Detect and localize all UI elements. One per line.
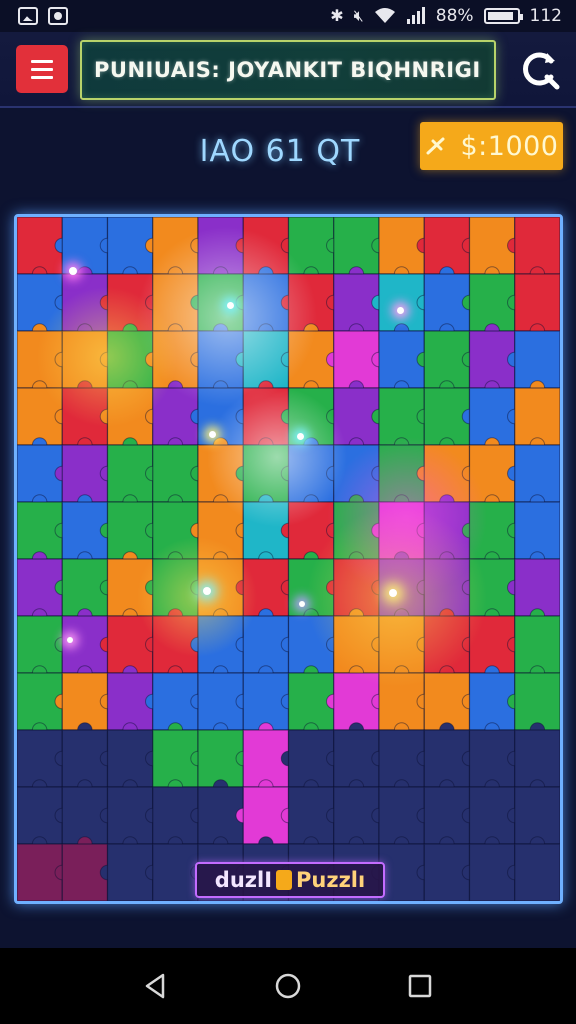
battery-level bbox=[487, 12, 513, 20]
home-button[interactable] bbox=[268, 966, 308, 1006]
puzzle-piece[interactable] bbox=[514, 843, 560, 901]
puzzle-piece[interactable] bbox=[514, 217, 560, 275]
puzzle-board[interactable]: duzlI Puzzlı bbox=[14, 214, 563, 904]
puzzle-piece[interactable] bbox=[514, 501, 560, 560]
refresh-button[interactable] bbox=[514, 44, 564, 94]
sparkle bbox=[389, 589, 397, 597]
battery-percent: 88% bbox=[435, 6, 474, 26]
image-icon bbox=[18, 7, 38, 25]
app-header: PUNIUAIS: JOYANKIT BIQHNRIGI bbox=[0, 32, 576, 108]
sparkle bbox=[67, 637, 73, 643]
recents-icon bbox=[408, 974, 432, 998]
puzzle-grid[interactable] bbox=[17, 217, 560, 901]
brand-logo-icon bbox=[276, 870, 293, 890]
record-icon bbox=[48, 7, 68, 25]
sparkle bbox=[299, 601, 305, 607]
puzzle-piece[interactable] bbox=[514, 615, 560, 674]
clock: 112 bbox=[529, 6, 562, 26]
status-bar: ✱ 🔇︎ 88% 112 bbox=[0, 0, 576, 32]
puzzle-piece[interactable] bbox=[514, 729, 560, 788]
sparkle bbox=[69, 267, 77, 275]
puzzle-piece[interactable] bbox=[514, 558, 560, 617]
brand-text-a: duzlI bbox=[214, 868, 273, 892]
coin-icon bbox=[426, 137, 444, 155]
wifi-icon bbox=[374, 8, 395, 23]
battery-icon bbox=[483, 8, 523, 24]
back-icon bbox=[145, 973, 165, 999]
page-title: PUNIUAIS: JOYANKIT BIQHNRIGI bbox=[94, 58, 481, 82]
refresh-icon bbox=[523, 52, 560, 90]
puzzle-piece[interactable] bbox=[514, 273, 560, 332]
back-button[interactable] bbox=[136, 966, 176, 1006]
level-label: IAO 61 QT bbox=[199, 134, 361, 169]
sparkle bbox=[209, 431, 216, 438]
coin-balance[interactable]: $:1000 bbox=[420, 122, 563, 170]
puzzle-piece[interactable] bbox=[514, 444, 560, 503]
sparkle bbox=[203, 587, 211, 595]
puzzle-piece[interactable] bbox=[514, 387, 560, 446]
sparkle bbox=[397, 307, 404, 314]
puzzle-piece[interactable] bbox=[514, 330, 560, 389]
sparkle bbox=[227, 302, 234, 309]
puzzle-piece[interactable] bbox=[514, 786, 560, 845]
system-nav-bar bbox=[0, 948, 576, 1024]
menu-button[interactable] bbox=[16, 45, 68, 93]
brand-badge: duzlI Puzzlı bbox=[195, 862, 385, 898]
puzzle-piece[interactable] bbox=[514, 672, 560, 731]
home-icon bbox=[275, 973, 301, 999]
recents-button[interactable] bbox=[400, 966, 440, 1006]
sparkle bbox=[297, 433, 304, 440]
title-banner: PUNIUAIS: JOYANKIT BIQHNRIGI bbox=[80, 40, 496, 100]
hamburger-icon bbox=[31, 59, 53, 63]
coin-amount: $:1000 bbox=[460, 130, 559, 162]
brand-text-b: Puzzlı bbox=[296, 868, 366, 892]
mute-icon: 🔇︎ bbox=[353, 6, 364, 25]
signal-icon bbox=[406, 7, 425, 24]
bluetooth-icon: ✱ bbox=[330, 6, 344, 25]
